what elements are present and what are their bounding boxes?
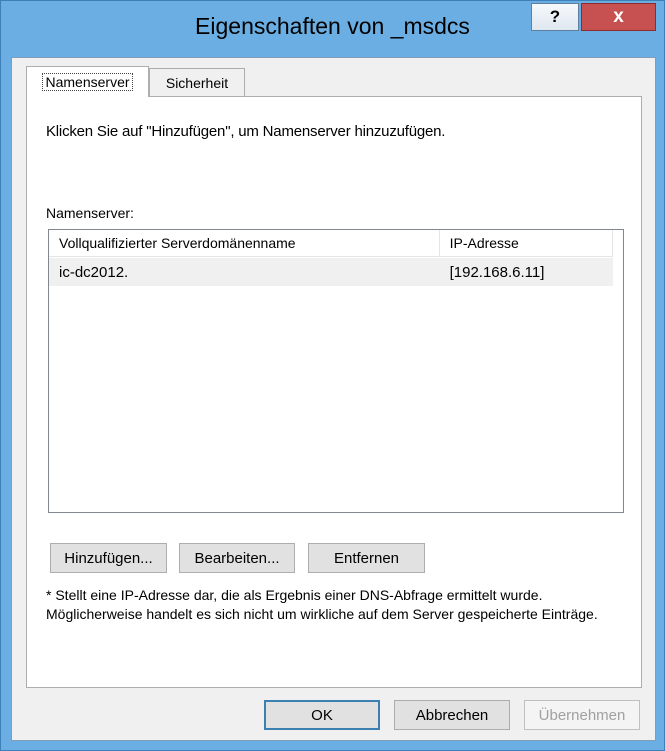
tab-panel-namenserver: Klicken Sie auf "Hinzufügen", um Namense… — [26, 96, 642, 688]
ok-button[interactable]: OK — [264, 700, 380, 730]
cancel-button[interactable]: Abbrechen — [394, 700, 510, 730]
edit-button[interactable]: Bearbeiten... — [179, 543, 295, 573]
footnote-text: * Stellt eine IP-Adresse dar, die als Er… — [46, 587, 598, 622]
apply-button[interactable]: Übernehmen — [524, 700, 640, 730]
tab-namenserver[interactable]: Namenserver — [26, 66, 149, 97]
list-item-ip: [192.168.6.11] — [449, 263, 545, 281]
column-header-ip[interactable]: IP-Adresse — [439, 230, 613, 257]
list-item[interactable]: ic-dc2012. [192.168.6.11] — [49, 258, 613, 286]
column-header-fqdn[interactable]: Vollqualifizierter Serverdomänenname — [49, 230, 440, 257]
tab-namenserver-label: Namenserver — [42, 73, 133, 91]
tab-sicherheit-label: Sicherheit — [165, 74, 229, 91]
list-item-name: ic-dc2012. — [59, 263, 129, 281]
properties-dialog: Eigenschaften von _msdcs ? x Namenserver… — [0, 0, 665, 751]
close-button[interactable]: x — [581, 3, 656, 31]
help-button[interactable]: ? — [531, 3, 579, 31]
dialog-client-area: Namenserver Sicherheit Klicken Sie auf "… — [11, 57, 656, 741]
tab-sicherheit[interactable]: Sicherheit — [149, 68, 245, 96]
nameserver-list[interactable]: Vollqualifizierter Serverdomänenname IP-… — [48, 229, 624, 513]
nameserver-list-label: Namenserver: — [46, 205, 134, 221]
list-header: Vollqualifizierter Serverdomänenname IP-… — [49, 230, 613, 258]
title-bar[interactable]: Eigenschaften von _msdcs ? x — [1, 1, 664, 63]
instruction-text: Klicken Sie auf "Hinzufügen", um Namense… — [46, 123, 446, 140]
add-button[interactable]: Hinzufügen... — [50, 543, 167, 573]
remove-button[interactable]: Entfernen — [308, 543, 425, 573]
